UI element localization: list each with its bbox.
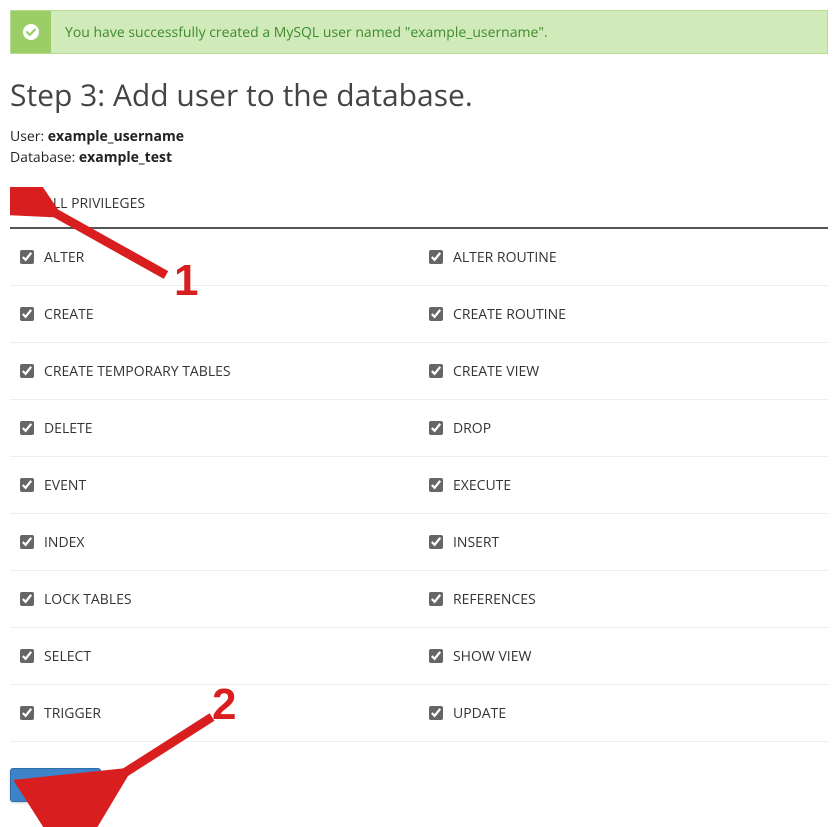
privilege-checkbox[interactable] [429,307,443,321]
database-value: example_test [79,148,172,167]
database-label: Database: [10,148,75,167]
all-privileges-checkbox[interactable] [20,196,34,210]
alert-message: You have successfully created a MySQL us… [51,13,562,52]
privilege-cell: SELECT [10,628,419,684]
privilege-label: DELETE [44,419,93,438]
privilege-checkbox[interactable] [429,706,443,720]
privilege-checkbox[interactable] [20,649,34,663]
privilege-label: EXECUTE [453,476,511,495]
privilege-checkbox[interactable] [429,250,443,264]
privilege-checkbox[interactable] [20,421,34,435]
privilege-checkbox[interactable] [429,649,443,663]
privilege-cell: ALTER ROUTINE [419,229,828,285]
privilege-cell: REFERENCES [419,571,828,627]
privilege-cell: CREATE ROUTINE [419,286,828,342]
privilege-checkbox[interactable] [429,364,443,378]
privilege-cell: CREATE [10,286,419,342]
privilege-cell: DELETE [10,400,419,456]
privilege-checkbox[interactable] [429,592,443,606]
privileges-section: ALL PRIVILEGES ALTERALTER ROUTINECREATEC… [10,187,828,742]
privilege-label: CREATE VIEW [453,362,539,381]
success-alert: You have successfully created a MySQL us… [10,10,828,54]
privilege-label: CREATE ROUTINE [453,305,566,324]
privilege-checkbox[interactable] [20,592,34,606]
page-title: Step 3: Add user to the database. [10,74,828,115]
privilege-cell: TRIGGER [10,685,419,741]
next-step-button[interactable]: Next Step [10,768,101,802]
privilege-label: INDEX [44,533,84,552]
privilege-label: TRIGGER [44,704,101,723]
privilege-checkbox[interactable] [429,421,443,435]
privilege-label: ALTER ROUTINE [453,248,557,267]
privilege-cell: INDEX [10,514,419,570]
privilege-cell: CREATE VIEW [419,343,828,399]
privilege-label: INSERT [453,533,499,552]
privilege-cell: EXECUTE [419,457,828,513]
privilege-cell: DROP [419,400,828,456]
privilege-label: SELECT [44,647,91,666]
privilege-row: TRIGGER UPDATE [10,685,828,742]
privilege-label: EVENT [44,476,86,495]
privilege-cell: CREATE TEMPORARY TABLES [10,343,419,399]
privilege-cell: SHOW VIEW [419,628,828,684]
privilege-label: DROP [453,419,491,438]
privilege-label: REFERENCES [453,590,536,609]
privilege-row: CREATE CREATE ROUTINE [10,286,828,343]
privilege-checkbox[interactable] [20,307,34,321]
privilege-cell: EVENT [10,457,419,513]
privilege-row: LOCK TABLES REFERENCES [10,571,828,628]
user-value: example_username [48,127,184,146]
privilege-row: SELECT SHOW VIEW [10,628,828,685]
privilege-label: ALTER [44,248,84,267]
privilege-row: DELETE DROP [10,400,828,457]
privilege-checkbox[interactable] [429,478,443,492]
privilege-checkbox[interactable] [20,250,34,264]
privilege-checkbox[interactable] [20,478,34,492]
privilege-checkbox[interactable] [20,706,34,720]
database-info: Database: example_test [10,148,828,167]
privilege-checkbox[interactable] [429,535,443,549]
privilege-row: ALTER ALTER ROUTINE [10,229,828,286]
privilege-label: UPDATE [453,704,506,723]
privilege-row: CREATE TEMPORARY TABLES CREATE VIEW [10,343,828,400]
privilege-cell: INSERT [419,514,828,570]
privilege-cell: LOCK TABLES [10,571,419,627]
privilege-row: EVENT EXECUTE [10,457,828,514]
user-info: User: example_username [10,127,828,146]
all-privileges-label: ALL PRIVILEGES [44,194,145,213]
privilege-label: CREATE TEMPORARY TABLES [44,362,231,381]
privilege-row: INDEX INSERT [10,514,828,571]
privilege-cell: ALTER [10,229,419,285]
privilege-label: CREATE [44,305,94,324]
privilege-checkbox[interactable] [20,535,34,549]
privilege-cell: UPDATE [419,685,828,741]
success-icon [11,11,51,53]
privilege-label: SHOW VIEW [453,647,531,666]
privilege-checkbox[interactable] [20,364,34,378]
user-label: User: [10,127,44,146]
all-privileges-row: ALL PRIVILEGES [10,187,828,229]
privilege-label: LOCK TABLES [44,590,132,609]
